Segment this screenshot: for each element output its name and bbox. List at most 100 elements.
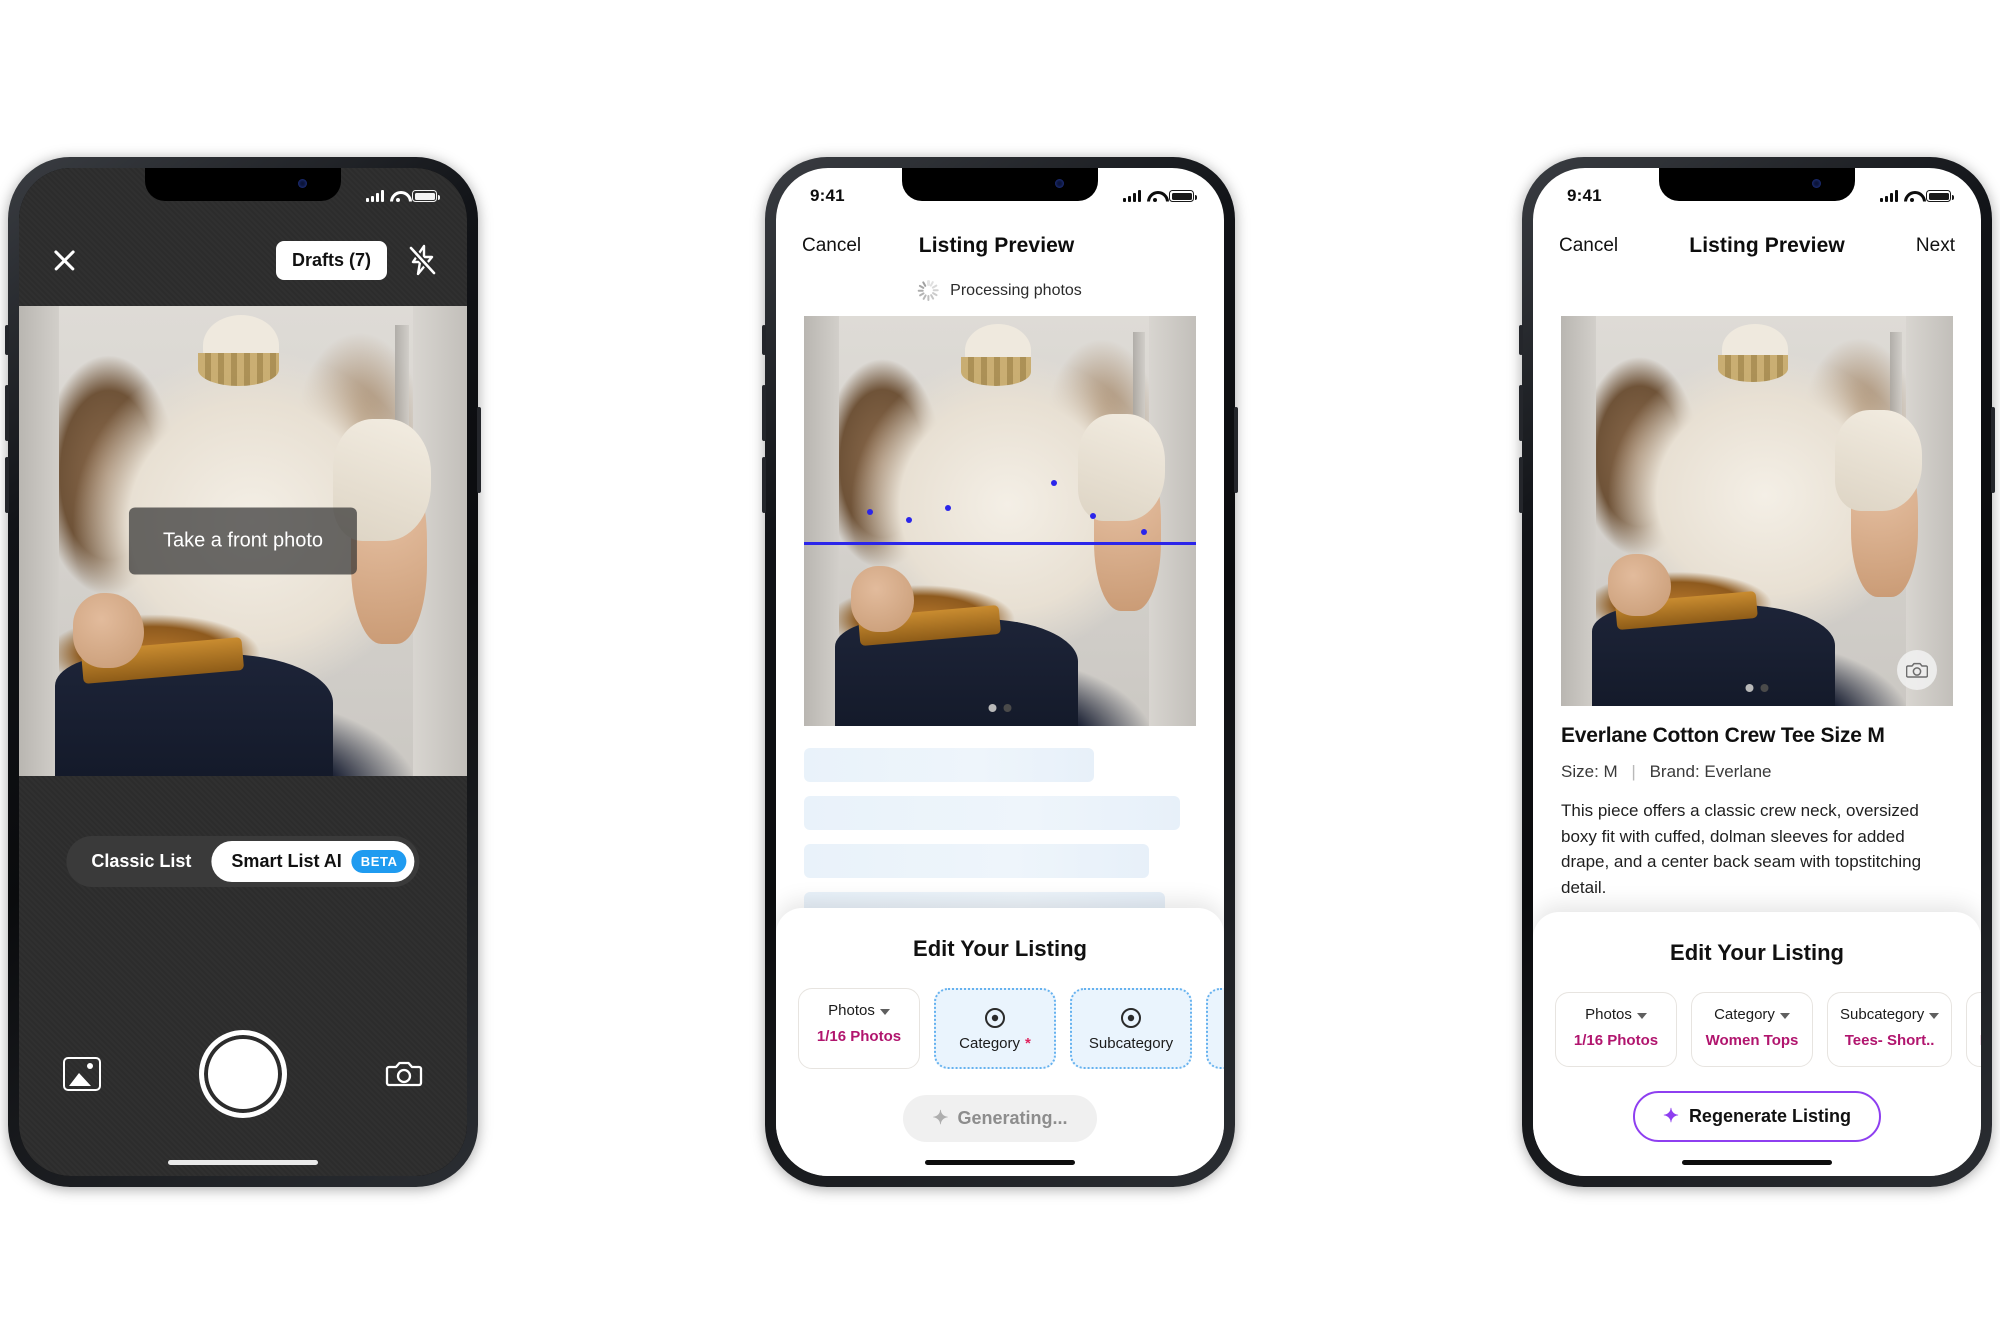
signal-bars-icon xyxy=(1880,190,1898,202)
chip-photos-label: Photos xyxy=(1585,1006,1632,1024)
chip-category-label: Category xyxy=(959,1035,1021,1052)
sheet-title: Edit Your Listing xyxy=(1670,940,1844,966)
camera-screen: Drafts (7) Take a front photo Classic Li… xyxy=(19,168,467,1176)
chip-brand[interactable]: B xyxy=(1206,988,1224,1069)
chip-subcategory-label: Subcategory xyxy=(1088,1035,1174,1052)
capture-mode-toggle: Classic List Smart List AI BETA xyxy=(66,836,420,887)
sheet-title: Edit Your Listing xyxy=(913,936,1087,961)
attribute-chips: Photos 1/16 Photos Category Women Tops S… xyxy=(1533,992,1981,1067)
listing-screen: 9:41 Cancel Listing Preview Next Everlan… xyxy=(1533,168,1981,1176)
listing-details: Everlane Cotton Crew Tee Size M Size: M … xyxy=(1561,724,1953,938)
screenshot-root: Drafts (7) Take a front photo Classic Li… xyxy=(0,0,2000,1344)
wifi-icon xyxy=(1904,190,1920,202)
signal-bars-icon xyxy=(1123,190,1141,202)
wifi-icon xyxy=(1147,190,1163,202)
notch xyxy=(145,168,341,201)
sparkle-icon: ✦ xyxy=(1663,1106,1679,1127)
target-icon xyxy=(1121,1008,1141,1028)
close-icon[interactable] xyxy=(49,245,79,275)
chip-category-label: Category xyxy=(1714,1006,1775,1024)
chevron-down-icon xyxy=(1929,1012,1940,1019)
home-indicator xyxy=(168,1160,318,1165)
photo-hint-label: Take a front photo xyxy=(128,507,358,575)
mode-smart-list-ai[interactable]: Smart List AI BETA xyxy=(211,841,415,882)
phone-camera: Drafts (7) Take a front photo Classic Li… xyxy=(5,157,481,1187)
processing-status: Processing photos xyxy=(776,280,1224,301)
flash-off-icon[interactable] xyxy=(407,244,437,276)
chip-subcategory[interactable]: Subcategory Tees- Short.. xyxy=(1827,992,1953,1067)
signal-bars-icon xyxy=(366,190,384,202)
photo-preview xyxy=(804,316,1196,726)
camera-icon[interactable] xyxy=(1897,650,1937,690)
chip-brand-value: Eve xyxy=(1979,1032,1981,1051)
camera-viewfinder: Take a front photo xyxy=(19,306,467,776)
regenerate-listing-button[interactable]: ✦ Regenerate Listing xyxy=(1633,1091,1881,1142)
photo-preview-card[interactable] xyxy=(804,316,1196,726)
phone-listing: 9:41 Cancel Listing Preview Next Everlan… xyxy=(1519,157,1995,1187)
edit-listing-sheet: Edit Your Listing Photos 1/16 Photos Cat… xyxy=(776,908,1224,1176)
listing-size: Size: M xyxy=(1561,762,1618,781)
chip-photos-value: 1/16 Photos xyxy=(1573,1032,1659,1050)
chip-photos[interactable]: Photos 1/16 Photos xyxy=(1555,992,1677,1067)
chip-brand[interactable]: Bra Eve xyxy=(1966,992,1981,1067)
photo-pager xyxy=(1745,684,1769,692)
meta-divider: | xyxy=(1631,762,1636,781)
battery-icon xyxy=(412,190,440,202)
chip-photos-value: 1/16 Photos xyxy=(816,1028,902,1045)
camera-controls xyxy=(19,1030,467,1118)
attribute-chips: Photos 1/16 Photos Category * Subcategor… xyxy=(776,988,1224,1069)
chip-category[interactable]: Category Women Tops xyxy=(1691,992,1813,1067)
camera-top-bar: Drafts (7) xyxy=(19,214,467,306)
chip-photos[interactable]: Photos 1/16 Photos xyxy=(798,988,920,1069)
edit-listing-sheet: Edit Your Listing Photos 1/16 Photos Cat xyxy=(1533,912,1981,1176)
flip-camera-icon[interactable] xyxy=(385,1057,423,1091)
cancel-button[interactable]: Cancel xyxy=(1559,235,1618,257)
navigation-bar: Cancel Listing Preview Next xyxy=(1533,214,1981,278)
shutter-button[interactable] xyxy=(199,1030,287,1118)
generating-button: ✦ Generating... xyxy=(902,1095,1098,1142)
status-time: 9:41 xyxy=(1567,186,1602,205)
chevron-down-icon xyxy=(1779,1012,1790,1019)
loading-spinner-icon xyxy=(918,280,940,301)
home-indicator xyxy=(1682,1160,1832,1165)
battery-icon xyxy=(1169,190,1197,202)
processing-label: Processing photos xyxy=(950,281,1082,299)
wifi-icon xyxy=(390,190,406,202)
next-button[interactable]: Next xyxy=(1916,235,1955,257)
regenerate-label: Regenerate Listing xyxy=(1688,1106,1851,1126)
listing-brand: Brand: Everlane xyxy=(1649,762,1772,781)
target-icon xyxy=(985,1008,1005,1028)
gallery-icon[interactable] xyxy=(63,1057,101,1091)
target-icon xyxy=(1223,1005,1224,1031)
chip-category-value: Women Tops xyxy=(1705,1032,1799,1050)
chip-subcategory-value: Tees- Short.. xyxy=(1844,1032,1935,1050)
processing-screen: 9:41 Cancel Listing Preview Processing p… xyxy=(776,168,1224,1176)
mode-classic-list[interactable]: Classic List xyxy=(71,842,211,881)
generating-label: Generating... xyxy=(957,1108,1068,1128)
status-time: 9:41 xyxy=(810,186,845,205)
cancel-button[interactable]: Cancel xyxy=(802,235,861,257)
chip-photos-label: Photos xyxy=(828,1002,875,1019)
page-title: Listing Preview xyxy=(918,234,1075,257)
notch xyxy=(1659,168,1855,201)
listing-title: Everlane Cotton Crew Tee Size M xyxy=(1561,724,1885,747)
battery-icon xyxy=(1926,190,1954,202)
home-indicator xyxy=(925,1160,1075,1165)
navigation-bar: Cancel Listing Preview xyxy=(776,214,1224,278)
photo-pager xyxy=(988,704,1012,712)
phone-processing: 9:41 Cancel Listing Preview Processing p… xyxy=(762,157,1238,1187)
listing-meta: Size: M | Brand: Everlane xyxy=(1561,762,1953,782)
chevron-down-icon xyxy=(879,1008,890,1015)
chip-subcategory[interactable]: Subcategory xyxy=(1070,988,1192,1069)
page-title: Listing Preview xyxy=(1689,234,1845,257)
notch xyxy=(902,168,1098,201)
mode-smart-list-ai-label: Smart List AI xyxy=(231,851,342,871)
sparkle-icon: ✦ xyxy=(932,1108,949,1129)
scan-line xyxy=(804,541,1196,545)
listing-photo-card[interactable] xyxy=(1561,316,1953,706)
listing-description: This piece offers a classic crew neck, o… xyxy=(1561,801,1922,897)
drafts-button[interactable]: Drafts (7) xyxy=(275,240,387,280)
beta-badge: BETA xyxy=(351,850,407,873)
chip-category[interactable]: Category * xyxy=(934,988,1056,1069)
photo-preview xyxy=(1561,316,1953,706)
